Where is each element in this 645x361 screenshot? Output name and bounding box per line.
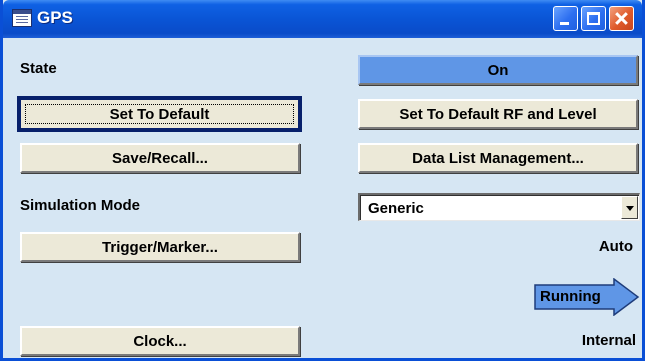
data-list-management-button[interactable]: Data List Management... bbox=[358, 143, 638, 173]
focus-ring bbox=[25, 104, 294, 124]
clock-label: Clock... bbox=[133, 332, 187, 350]
window-title: GPS bbox=[37, 8, 73, 27]
set-to-default-rf-level-button[interactable]: Set To Default RF and Level bbox=[358, 99, 638, 129]
clock-button[interactable]: Clock... bbox=[20, 326, 300, 356]
simulation-mode-label: Simulation Mode bbox=[20, 197, 140, 214]
chevron-down-icon[interactable] bbox=[621, 196, 638, 219]
close-icon bbox=[610, 7, 633, 30]
clock-source-status: Internal bbox=[581, 332, 636, 349]
set-to-default-button[interactable]: Set To Default bbox=[17, 96, 302, 132]
close-button[interactable] bbox=[609, 6, 634, 31]
state-toggle-button[interactable]: On bbox=[358, 55, 638, 85]
running-status: Running bbox=[534, 278, 640, 316]
title-bar[interactable]: GPS bbox=[3, 0, 642, 38]
running-label: Running bbox=[540, 288, 601, 305]
trigger-mode-status: Auto bbox=[598, 238, 633, 255]
minimize-button[interactable] bbox=[553, 6, 578, 31]
maximize-button[interactable] bbox=[581, 6, 606, 31]
state-label: State bbox=[20, 60, 57, 77]
minimize-icon bbox=[560, 22, 569, 25]
set-to-default-rf-label: Set To Default RF and Level bbox=[399, 105, 597, 123]
trigger-marker-label: Trigger/Marker... bbox=[102, 238, 218, 256]
data-list-management-label: Data List Management... bbox=[412, 149, 584, 167]
simulation-mode-select[interactable]: Generic bbox=[358, 193, 640, 221]
state-value: On bbox=[487, 61, 509, 79]
save-recall-label: Save/Recall... bbox=[112, 149, 208, 167]
simulation-mode-value: Generic bbox=[368, 200, 424, 217]
app-window-icon[interactable] bbox=[12, 9, 32, 27]
gps-window: GPS State On Set To Default Set To Defau… bbox=[0, 0, 645, 361]
trigger-marker-button[interactable]: Trigger/Marker... bbox=[20, 232, 300, 262]
save-recall-button[interactable]: Save/Recall... bbox=[20, 143, 300, 173]
maximize-icon bbox=[587, 12, 600, 25]
